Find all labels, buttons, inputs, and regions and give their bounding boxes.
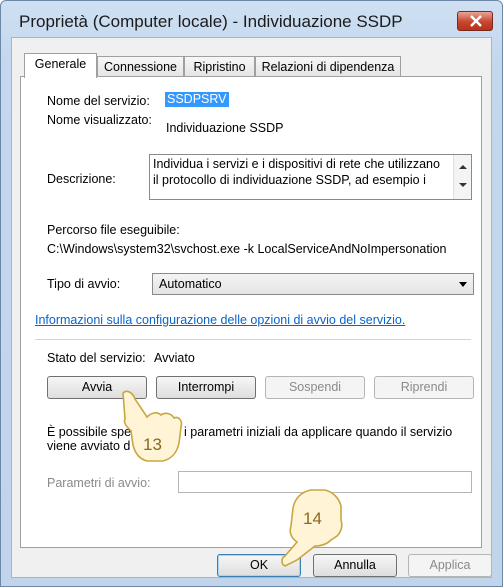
pause-service-button[interactable]: Sospendi bbox=[265, 376, 365, 399]
startup-type-select[interactable]: Automatico bbox=[152, 273, 474, 295]
close-button[interactable] bbox=[457, 11, 493, 31]
description-line-1: Individua i servizi e i dispositivi di r… bbox=[153, 157, 440, 171]
startup-type-label: Tipo di avvio: bbox=[47, 277, 121, 291]
tab-relazioni-label: Relazioni di dipendenza bbox=[261, 60, 395, 74]
service-status-value: Avviato bbox=[154, 351, 195, 365]
resume-button-label: Riprendi bbox=[400, 380, 448, 394]
separator bbox=[35, 339, 471, 340]
service-name-label: Nome del servizio: bbox=[47, 94, 150, 108]
display-name-label: Nome visualizzato: bbox=[47, 113, 152, 127]
start-button-label: Avvia bbox=[81, 380, 113, 394]
description-scrollbar[interactable] bbox=[453, 155, 471, 199]
resume-service-button[interactable]: Riprendi bbox=[374, 376, 474, 399]
tab-generale-label: Generale bbox=[34, 57, 87, 71]
startup-type-value: Automatico bbox=[159, 277, 222, 291]
stop-button-label: Interrompi bbox=[177, 380, 235, 394]
description-text: Individua i servizi e i dispositivi di r… bbox=[153, 156, 445, 188]
tab-relazioni-dipendenza[interactable]: Relazioni di dipendenza bbox=[255, 56, 401, 78]
pause-button-label: Sospendi bbox=[288, 380, 342, 394]
properties-dialog: Proprietà (Computer locale) - Individuaz… bbox=[0, 0, 503, 587]
callout-13: 13 bbox=[122, 390, 183, 462]
callout-13-number: 13 bbox=[143, 435, 162, 454]
scroll-down-icon[interactable] bbox=[459, 183, 467, 187]
scroll-up-icon[interactable] bbox=[459, 165, 467, 169]
startup-options-help-link[interactable]: Informazioni sulla configurazione delle … bbox=[35, 313, 405, 327]
service-name-value[interactable]: SSDPSRV bbox=[165, 92, 229, 107]
callout-14-number: 14 bbox=[303, 509, 322, 528]
description-box[interactable]: Individua i servizi e i dispositivi di r… bbox=[149, 154, 472, 200]
start-params-hint-part2: i parametri iniziali da applicare quando… bbox=[184, 425, 453, 439]
tab-generale[interactable]: Generale bbox=[24, 53, 97, 78]
start-params-label: Parametri di avvio: bbox=[47, 476, 151, 490]
apply-button-label: Applica bbox=[429, 558, 471, 572]
tab-connessione-label: Connessione bbox=[104, 60, 177, 74]
tab-ripristino[interactable]: Ripristino bbox=[184, 56, 255, 78]
close-icon bbox=[470, 15, 482, 27]
chevron-down-icon[interactable] bbox=[459, 282, 467, 287]
exec-path-value: C:\Windows\system32\svchost.exe -k Local… bbox=[47, 242, 447, 256]
description-line-2: il protocollo di individuazione SSDP, ad… bbox=[153, 173, 426, 187]
service-status-label: Stato del servizio: bbox=[47, 351, 146, 365]
window-title: Proprietà (Computer locale) - Individuaz… bbox=[19, 12, 403, 31]
callout-14: 14 bbox=[281, 489, 343, 567]
tab-ripristino-label: Ripristino bbox=[193, 60, 246, 74]
tab-connessione[interactable]: Connessione bbox=[97, 56, 184, 78]
description-label: Descrizione: bbox=[47, 172, 116, 186]
apply-button[interactable]: Applica bbox=[408, 554, 492, 577]
hand-pointer-icon bbox=[281, 489, 343, 567]
display-name-value[interactable]: Individuazione SSDP bbox=[166, 121, 283, 135]
ok-button-label: OK bbox=[249, 558, 269, 572]
title-bar[interactable]: Proprietà (Computer locale) - Individuaz… bbox=[1, 1, 502, 37]
exec-path-label: Percorso file eseguibile: bbox=[47, 223, 180, 237]
